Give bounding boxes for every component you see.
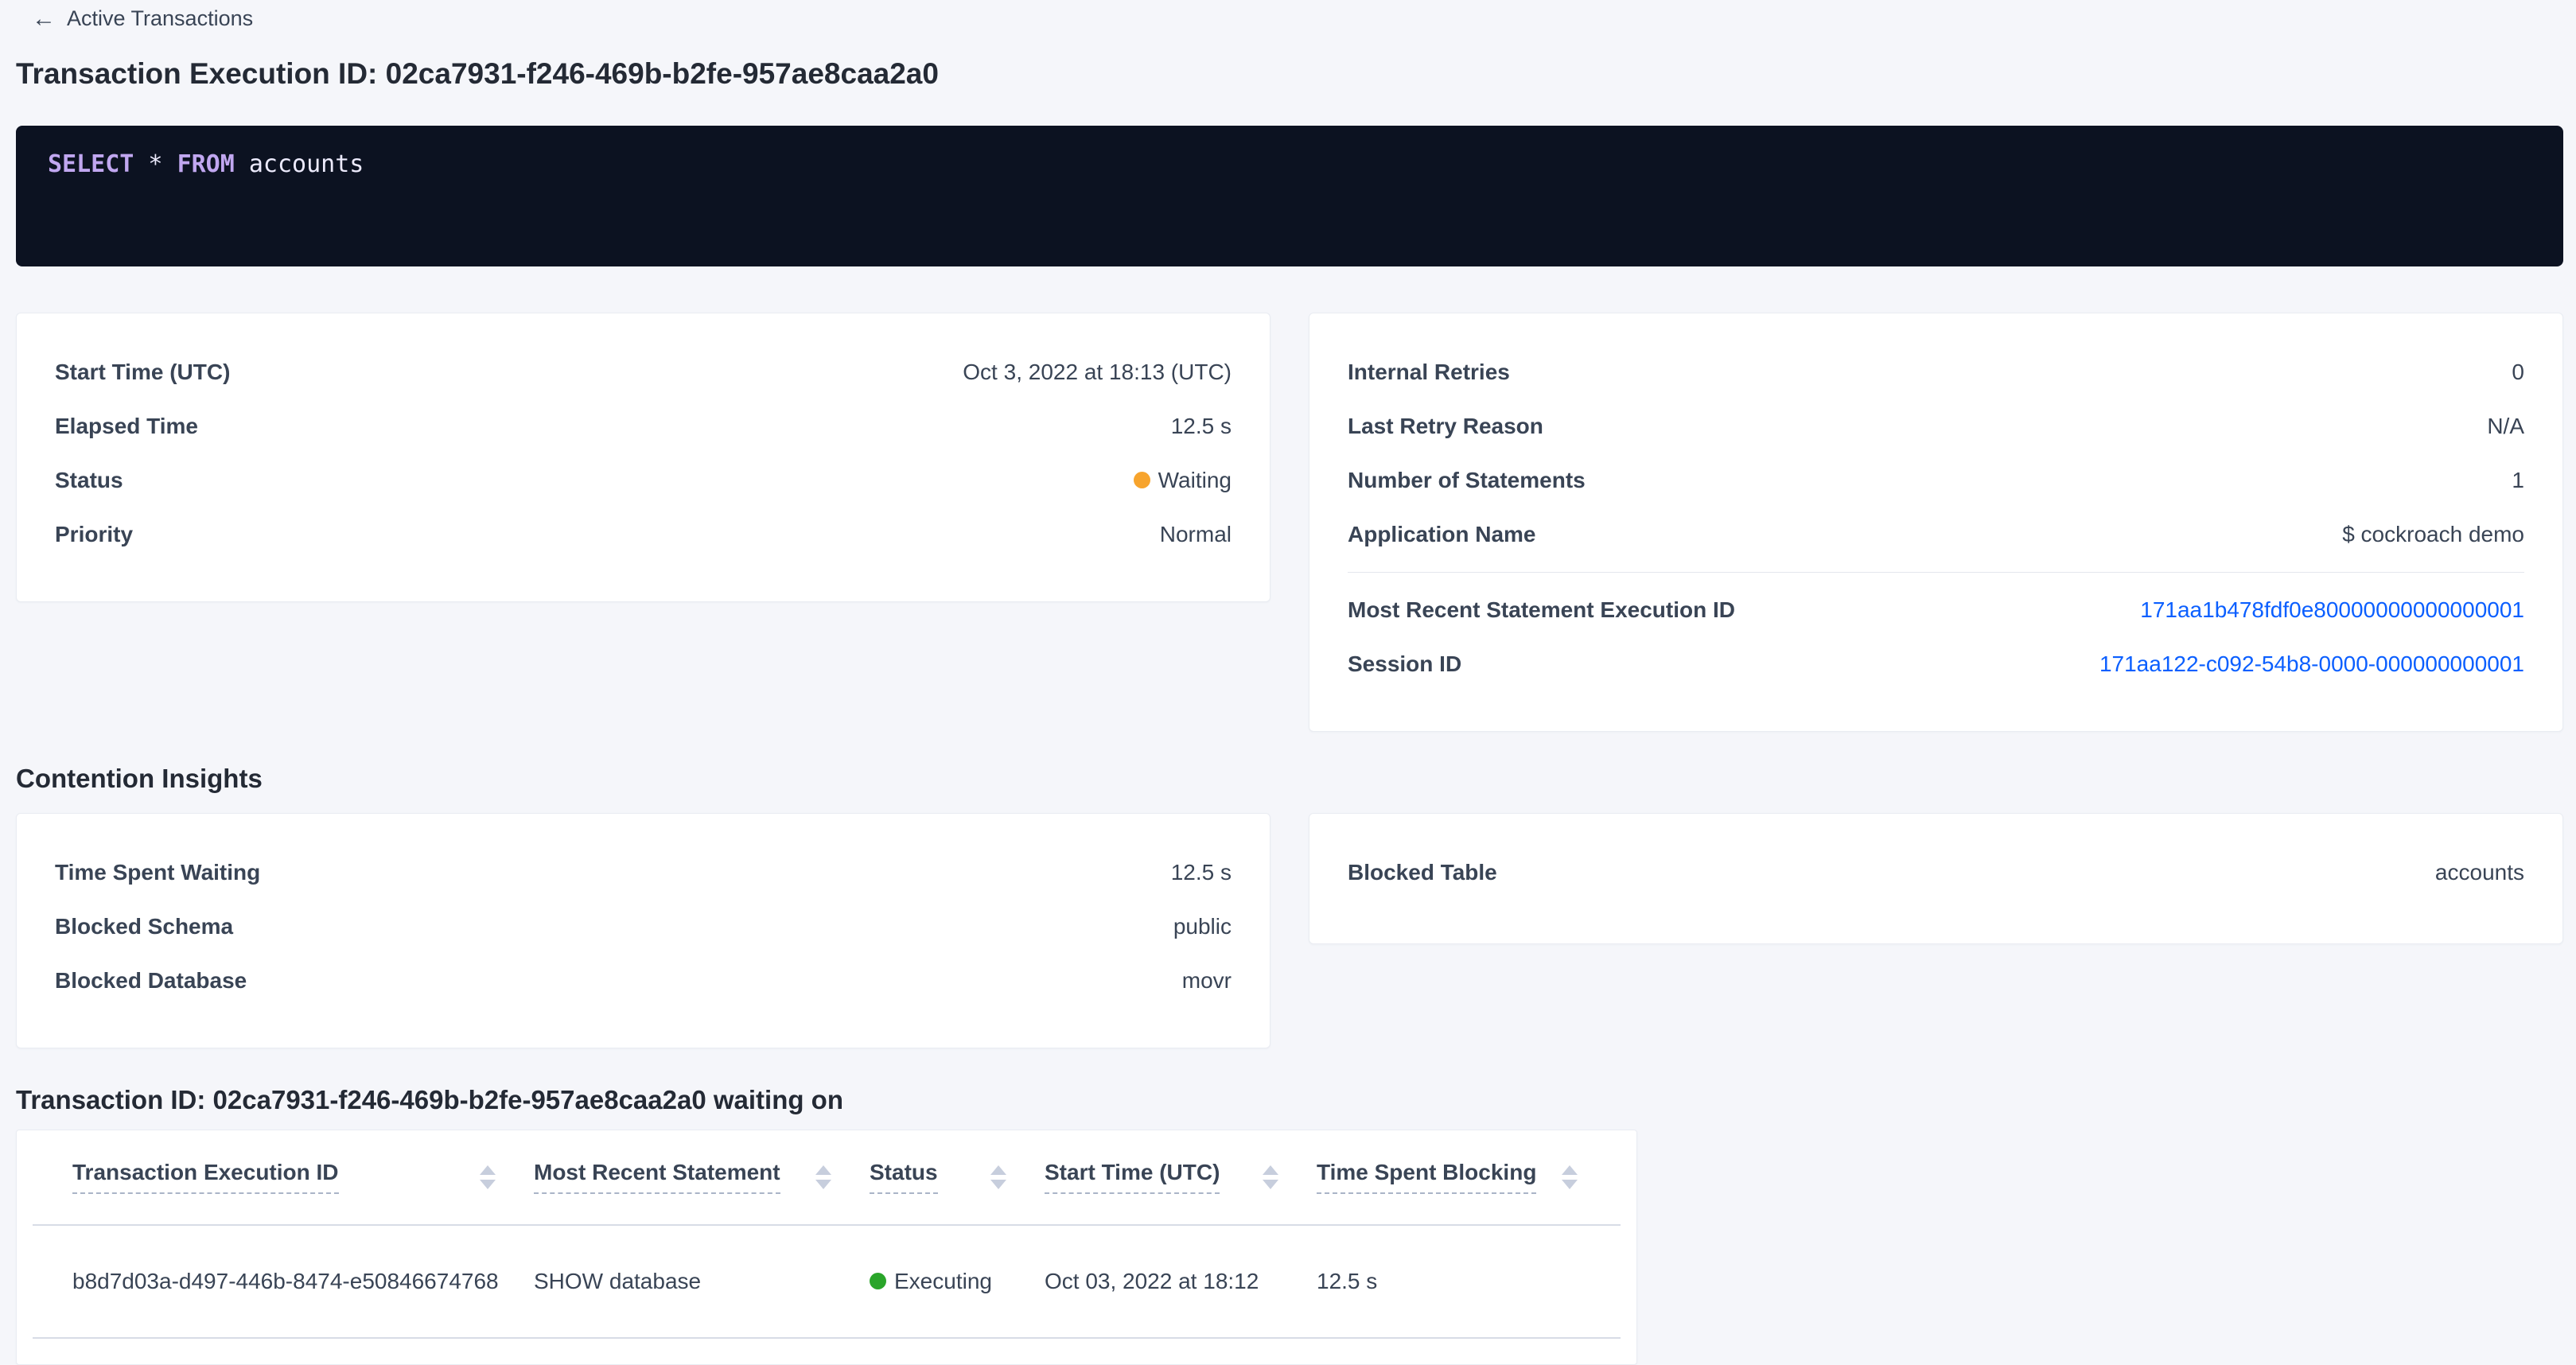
- info-row-statement-execution-id: Most Recent Statement Execution ID 171aa…: [1348, 583, 2524, 637]
- cell-start-time: Oct 03, 2022 at 18:12: [1045, 1226, 1317, 1337]
- sort-icon: [990, 1165, 1006, 1189]
- sql-keyword: FROM: [177, 150, 235, 178]
- table-row: b8d7d03a-d497-446b-8474-e50846674768 SHO…: [33, 1226, 1621, 1339]
- column-header-label: Most Recent Statement: [534, 1160, 780, 1194]
- info-label: Blocked Database: [55, 968, 247, 994]
- sql-text: accounts: [235, 150, 364, 178]
- contention-insights-heading: Contention Insights: [16, 764, 2563, 794]
- info-row-time-spent-waiting: Time Spent Waiting 12.5 s: [55, 846, 1232, 900]
- info-row-priority: Priority Normal: [55, 508, 1232, 562]
- info-value: public: [1173, 914, 1232, 939]
- overview-card: Start Time (UTC) Oct 3, 2022 at 18:13 (U…: [16, 313, 1270, 602]
- status-text: Executing: [894, 1269, 992, 1294]
- sort-icon: [1562, 1165, 1578, 1189]
- statement-execution-id-link[interactable]: 171aa1b478fdf0e80000000000000001: [2140, 597, 2524, 623]
- info-label: Priority: [55, 522, 133, 547]
- cell-time-spent-blocking: 12.5 s: [1317, 1226, 1581, 1337]
- info-row-start-time: Start Time (UTC) Oct 3, 2022 at 18:13 (U…: [55, 345, 1232, 399]
- column-header-start-time[interactable]: Start Time (UTC): [1045, 1130, 1317, 1224]
- info-label: Status: [55, 468, 123, 493]
- sort-icon: [1263, 1165, 1278, 1189]
- info-value: Normal: [1160, 522, 1232, 547]
- column-header-most-recent-statement[interactable]: Most Recent Statement: [534, 1130, 870, 1224]
- back-arrow-icon: ←: [32, 7, 56, 31]
- sql-text: *: [134, 150, 177, 178]
- info-row-blocked-table: Blocked Table accounts: [1348, 846, 2524, 900]
- waiting-status-dot-icon: [1134, 472, 1150, 488]
- contention-cards-row: Time Spent Waiting 12.5 s Blocked Schema…: [16, 813, 2563, 1048]
- info-row-internal-retries: Internal Retries 0: [1348, 345, 2524, 399]
- contention-right-card: Blocked Table accounts: [1309, 813, 2563, 944]
- info-value: 0: [2512, 360, 2524, 385]
- sort-icon: [480, 1165, 496, 1189]
- info-row-session-id: Session ID 171aa122-c092-54b8-0000-00000…: [1348, 637, 2524, 691]
- waiting-on-table: Transaction Execution ID Most Recent Sta…: [16, 1130, 1637, 1365]
- info-row-status: Status Waiting: [55, 453, 1232, 508]
- info-value: movr: [1182, 968, 1232, 994]
- info-label: Session ID: [1348, 651, 1461, 677]
- column-header-status[interactable]: Status: [870, 1130, 1045, 1224]
- info-label: Blocked Schema: [55, 914, 233, 939]
- status-badge: Waiting: [1134, 468, 1232, 493]
- contention-left-card: Time Spent Waiting 12.5 s Blocked Schema…: [16, 813, 1270, 1048]
- sql-keyword: SELECT: [48, 150, 134, 178]
- card-divider: [1348, 572, 2524, 573]
- info-row-number-of-statements: Number of Statements 1: [1348, 453, 2524, 508]
- info-label: Most Recent Statement Execution ID: [1348, 597, 1735, 623]
- info-label: Elapsed Time: [55, 414, 198, 439]
- column-header-time-spent-blocking[interactable]: Time Spent Blocking: [1317, 1130, 1581, 1224]
- column-header-transaction-execution-id[interactable]: Transaction Execution ID: [72, 1130, 534, 1224]
- info-value: Oct 3, 2022 at 18:13 (UTC): [963, 360, 1232, 385]
- sort-icon: [815, 1165, 831, 1189]
- details-card: Internal Retries 0 Last Retry Reason N/A…: [1309, 313, 2563, 732]
- back-to-active-transactions-link[interactable]: ← Active Transactions: [32, 6, 253, 31]
- executing-status-dot-icon: [870, 1273, 886, 1289]
- info-row-application-name: Application Name $ cockroach demo: [1348, 508, 2524, 562]
- waiting-on-heading: Transaction ID: 02ca7931-f246-469b-b2fe-…: [16, 1085, 2563, 1115]
- info-row-elapsed-time: Elapsed Time 12.5 s: [55, 399, 1232, 453]
- table-header-row: Transaction Execution ID Most Recent Sta…: [33, 1130, 1621, 1226]
- cell-status: Executing: [870, 1226, 1045, 1337]
- session-id-link[interactable]: 171aa122-c092-54b8-0000-000000000001: [2099, 651, 2524, 677]
- info-value: 12.5 s: [1171, 860, 1232, 885]
- info-label: Time Spent Waiting: [55, 860, 260, 885]
- info-value: N/A: [2487, 414, 2524, 439]
- info-label: Application Name: [1348, 522, 1535, 547]
- info-row-last-retry-reason: Last Retry Reason N/A: [1348, 399, 2524, 453]
- column-header-label: Transaction Execution ID: [72, 1160, 339, 1194]
- back-link-label: Active Transactions: [67, 6, 253, 31]
- cell-transaction-execution-id: b8d7d03a-d497-446b-8474-e50846674768: [72, 1226, 534, 1337]
- info-row-blocked-database: Blocked Database movr: [55, 954, 1232, 1008]
- info-value: accounts: [2435, 860, 2524, 885]
- info-label: Internal Retries: [1348, 360, 1510, 385]
- info-label: Last Retry Reason: [1348, 414, 1543, 439]
- status-text: Waiting: [1158, 468, 1232, 493]
- info-value: $ cockroach demo: [2342, 522, 2524, 547]
- sql-query-box: SELECT * FROM accounts: [16, 126, 2563, 266]
- column-header-label: Status: [870, 1160, 938, 1194]
- info-label: Blocked Table: [1348, 860, 1497, 885]
- info-value: 1: [2512, 468, 2524, 493]
- column-header-label: Time Spent Blocking: [1317, 1160, 1536, 1194]
- info-label: Number of Statements: [1348, 468, 1586, 493]
- summary-cards-row: Start Time (UTC) Oct 3, 2022 at 18:13 (U…: [16, 313, 2563, 732]
- page-title: Transaction Execution ID: 02ca7931-f246-…: [16, 57, 2563, 91]
- cell-most-recent-statement: SHOW database: [534, 1226, 870, 1337]
- info-label: Start Time (UTC): [55, 360, 230, 385]
- info-row-blocked-schema: Blocked Schema public: [55, 900, 1232, 954]
- info-value: 12.5 s: [1171, 414, 1232, 439]
- column-header-label: Start Time (UTC): [1045, 1160, 1220, 1194]
- active-transaction-details-page: ← Active Transactions Transaction Execut…: [0, 0, 2576, 1365]
